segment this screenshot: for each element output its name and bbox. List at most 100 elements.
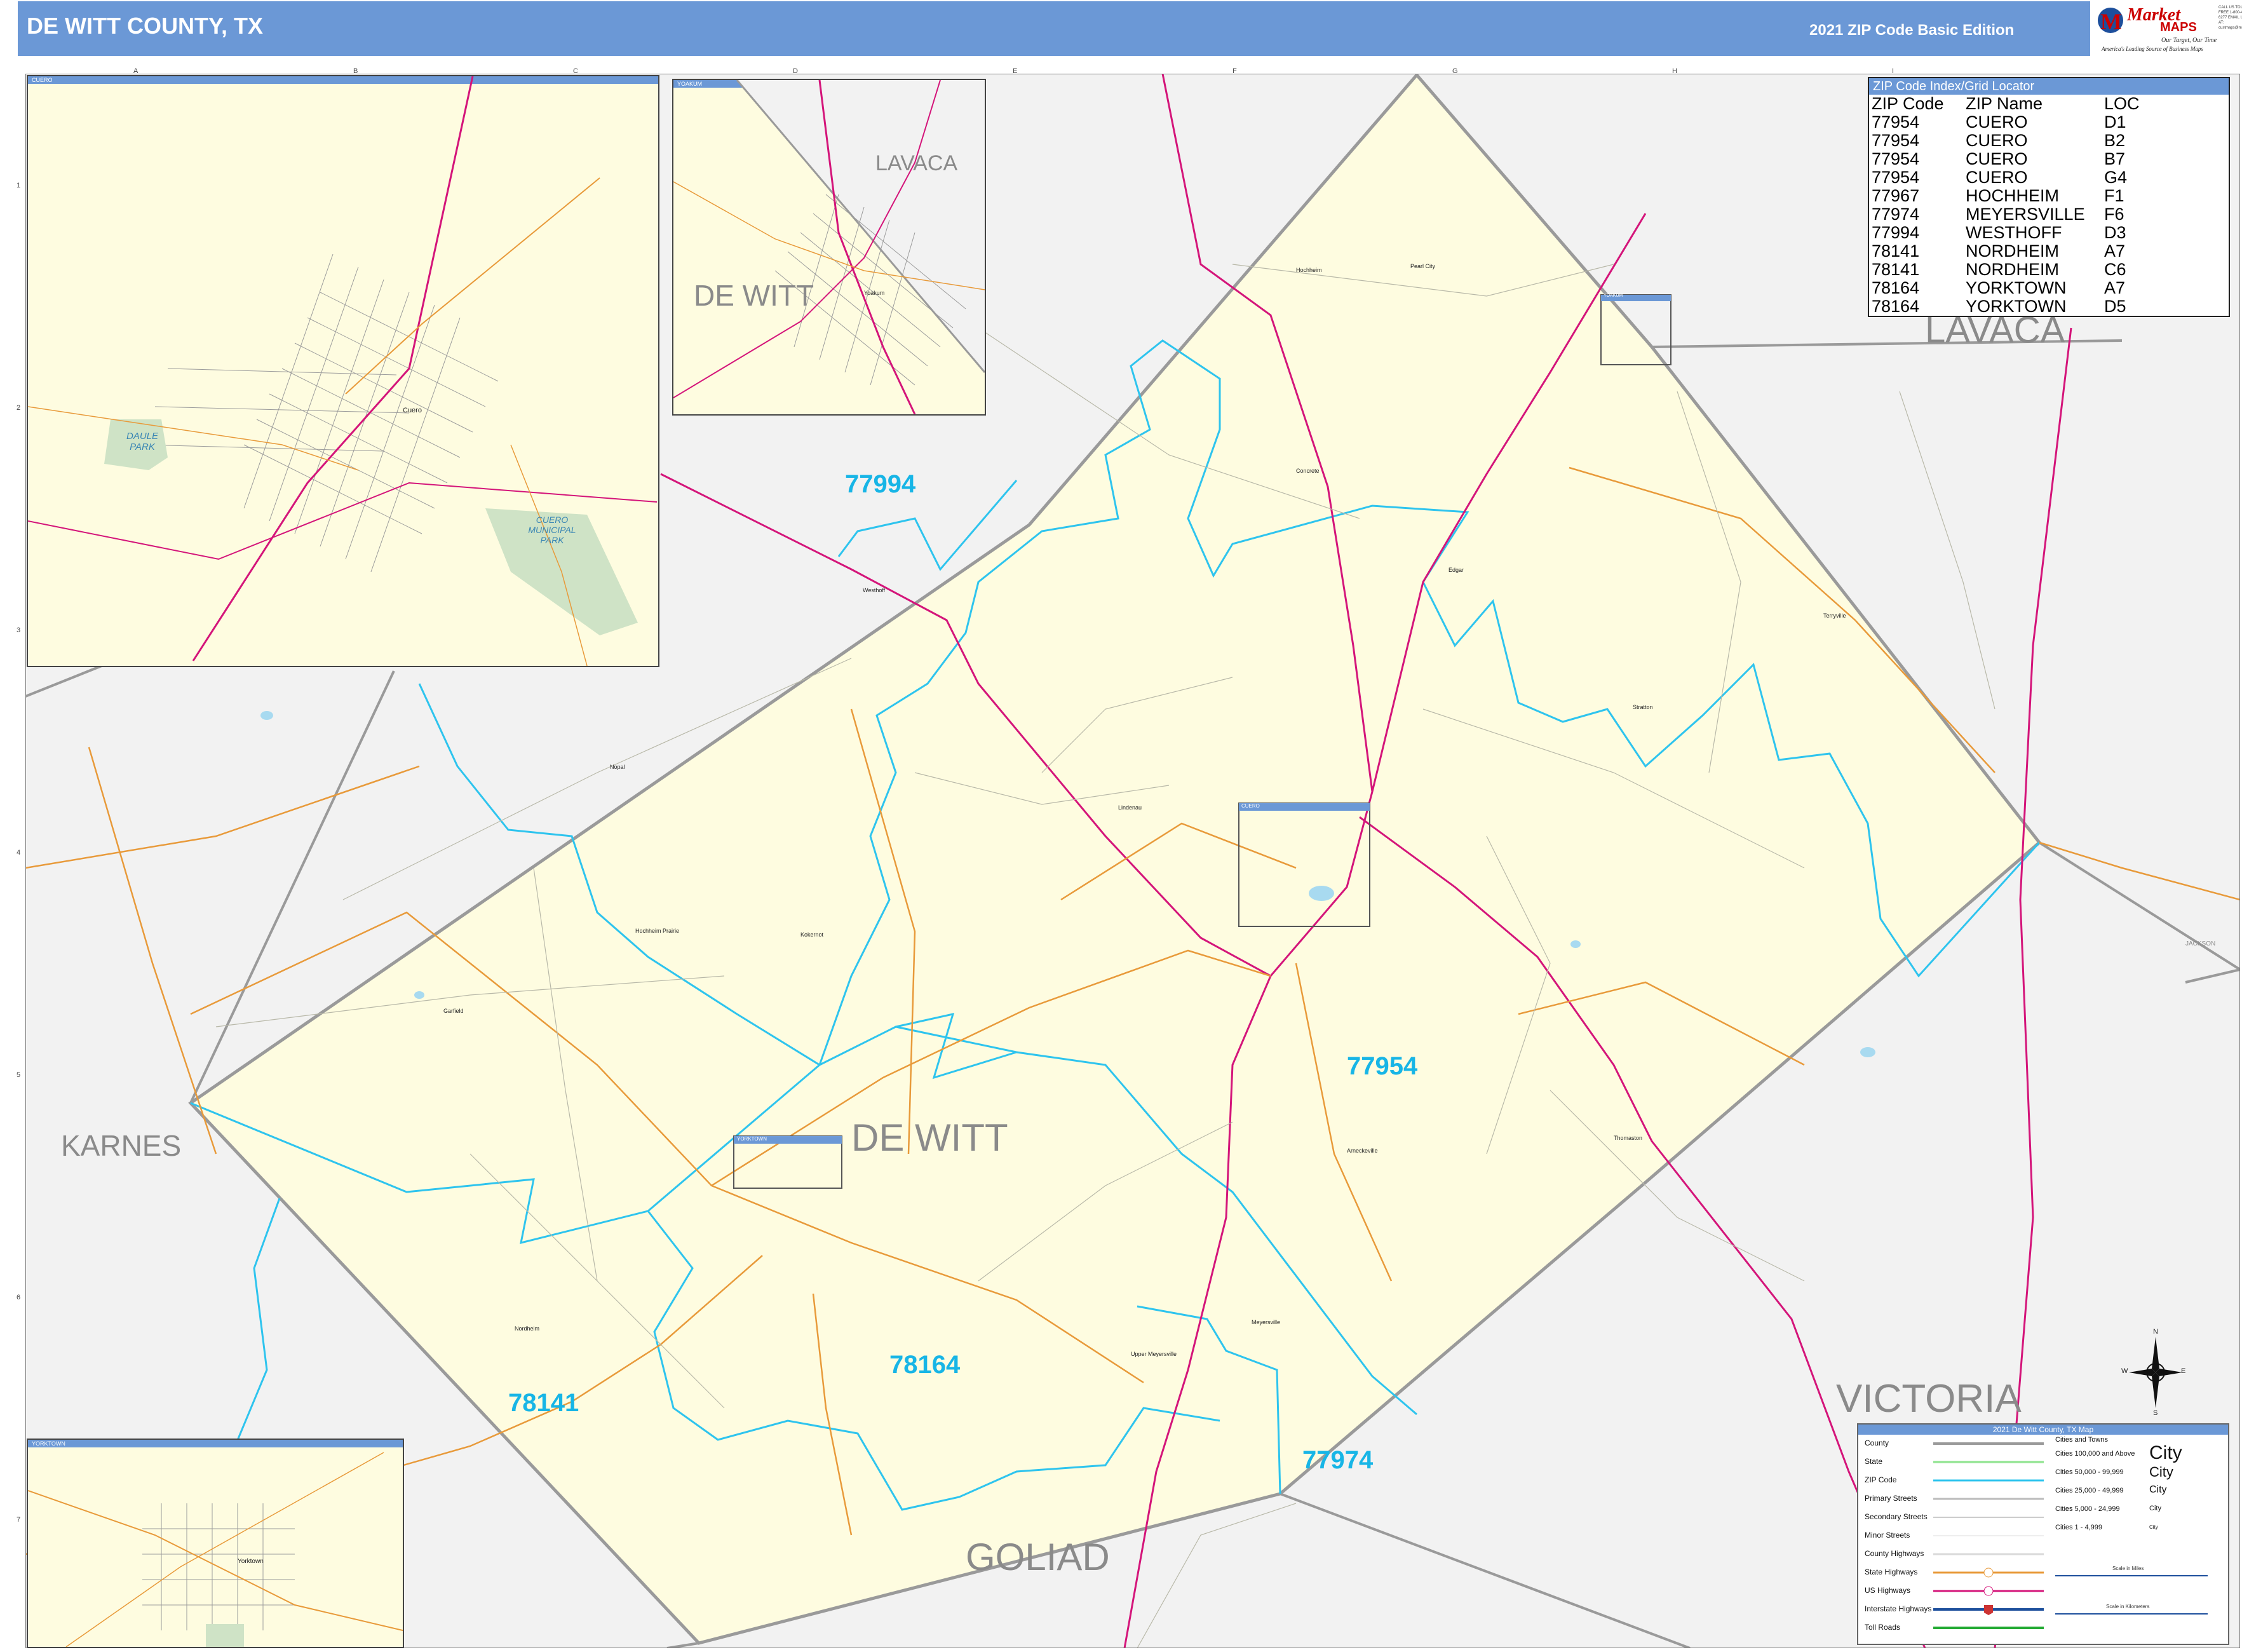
zip-label-78141: 78141 <box>508 1389 579 1417</box>
name-cell: CUERO <box>1966 112 2028 132</box>
zip-code-index: ZIP Code Index/Grid Locator ZIP Code ZIP… <box>1868 77 2230 317</box>
legend-secondary-streets: Secondary Streets <box>1865 1512 1928 1521</box>
yorktown-town-label: Yorktown <box>238 1558 264 1565</box>
town-concrete: Concrete <box>1296 468 1320 474</box>
grid-row-3: 3 <box>17 626 21 634</box>
zip-label-78164: 78164 <box>889 1351 961 1379</box>
town-thomaston: Thomaston <box>1614 1135 1643 1141</box>
zip-cell: 77967 <box>1872 186 1920 205</box>
name-cell: WESTHOFF <box>1966 223 2062 242</box>
grid-col-c: C <box>573 67 578 75</box>
legend-city-range-2: Cities 50,000 - 99,999 <box>2055 1468 2124 1476</box>
svg-text:M: M <box>2100 9 2122 34</box>
map-header: DE WITT COUNTY, TX 2021 ZIP Code Basic E… <box>18 1 2242 56</box>
compass-w: W <box>2121 1367 2128 1375</box>
name-cell: YORKTOWN <box>1966 297 2067 316</box>
loc-cell: F1 <box>2104 186 2124 205</box>
legend-us-highways: US Highways <box>1865 1586 1911 1595</box>
cuero-inset-map <box>28 76 658 666</box>
table-row: 78141 NORDHEIM C6 <box>1869 261 2142 279</box>
town-kokernot: Kokernot <box>800 931 824 938</box>
edition-label: 2021 ZIP Code Basic Edition <box>1809 22 2015 39</box>
grid-col-f: F <box>1232 67 1237 75</box>
zip-cell: 78164 <box>1872 297 1920 316</box>
loc-cell: B2 <box>2104 131 2126 150</box>
legend-city-sample-4: City <box>2149 1505 2161 1512</box>
loc-cell: C6 <box>2104 260 2126 279</box>
grid-row-2: 2 <box>17 404 21 412</box>
town-nordheim: Nordheim <box>515 1325 540 1332</box>
loc-cell: D1 <box>2104 112 2126 132</box>
legend-minor-streets: Minor Streets <box>1865 1531 1910 1540</box>
logo-subtagline: America's Leading Source of Business Map… <box>2102 46 2203 52</box>
grid-col-g: G <box>1452 67 1458 75</box>
grid-col-i: I <box>1892 67 1894 75</box>
loc-cell: G4 <box>2104 168 2128 187</box>
table-row: 77974 MEYERSVILLE F6 <box>1869 205 2142 224</box>
table-row: 78164 YORKTOWN D5 <box>1869 297 2142 316</box>
map-legend: 2021 De Witt County, TX Map County State… <box>1857 1423 2229 1645</box>
loc-cell: B7 <box>2104 149 2126 168</box>
zip-label-77994: 77994 <box>845 470 916 498</box>
grid-row-1: 1 <box>17 182 21 189</box>
name-cell: NORDHEIM <box>1966 241 2059 261</box>
zip-cell: 77954 <box>1872 149 1920 168</box>
yorktown-inset: YORKTOWN Yorktown <box>27 1439 404 1648</box>
name-cell: CUERO <box>1966 168 2028 187</box>
daule-park-label: DAULE PARK <box>126 431 159 452</box>
legend-zip-code: ZIP Code <box>1865 1475 1897 1484</box>
town-edgar: Edgar <box>1449 567 1464 573</box>
zip-index-title: ZIP Code Index/Grid Locator <box>1869 78 2229 95</box>
legend-county: County <box>1865 1439 1889 1447</box>
logo-maps-text: MAPS <box>2160 20 2197 34</box>
county-label-dewitt: DE WITT <box>851 1116 1008 1159</box>
town-lindenau: Lindenau <box>1118 804 1142 811</box>
county-label-karnes: KARNES <box>61 1129 182 1162</box>
town-stratton: Stratton <box>1633 704 1653 710</box>
legend-city-range-4: Cities 5,000 - 24,999 <box>2055 1505 2120 1513</box>
yoakum-inset-dewitt-label: DE WITT <box>694 279 814 312</box>
table-row: 77954 CUERO B7 <box>1869 150 2142 168</box>
name-cell: NORDHEIM <box>1966 260 2059 279</box>
zip-cell: 78141 <box>1872 260 1920 279</box>
yoakum-inset: YOAKUM LAVACA DE WITT Yoakum <box>672 79 986 416</box>
cuero-town-label: Cuero <box>403 407 422 414</box>
loc-cell: A7 <box>2104 278 2126 297</box>
zip-cell: 77954 <box>1872 168 1920 187</box>
locator-yoakum-title: YOAKUM <box>1604 294 1623 298</box>
cuero-municipal-park-label: CUERO MUNICIPAL PARK <box>528 515 576 545</box>
yorktown-inset-map <box>28 1452 403 1647</box>
legend-county-highways: County Highways <box>1865 1549 1924 1558</box>
legend-interstate-highways: Interstate Highways <box>1865 1604 1932 1613</box>
town-arneckeville: Arneckeville <box>1347 1148 1378 1154</box>
map-title: DE WITT COUNTY, TX <box>27 13 263 39</box>
town-westhoff: Westhoff <box>863 587 886 593</box>
town-upper-meyersville: Upper Meyersville <box>1131 1351 1177 1357</box>
table-row: 77954 CUERO B2 <box>1869 132 2142 150</box>
legend-city-range-3: Cities 25,000 - 49,999 <box>2055 1487 2124 1494</box>
zip-cell: 78141 <box>1872 241 1920 261</box>
col-zip-name: ZIP Name <box>1966 94 2043 113</box>
loc-cell: D3 <box>2104 223 2126 242</box>
table-row: 77967 HOCHHEIM F1 <box>1869 187 2142 205</box>
town-meyersville: Meyersville <box>1252 1319 1281 1325</box>
town-terryville: Terryville <box>1823 613 1846 619</box>
legend-city-sample-3: City <box>2149 1484 2167 1495</box>
zip-index-header-row: ZIP Code ZIP Name LOC <box>1869 95 2142 113</box>
grid-row-7: 7 <box>17 1516 21 1524</box>
legend-city-range-5: Cities 1 - 4,999 <box>2055 1524 2102 1531</box>
compass-n: N <box>2153 1328 2158 1336</box>
table-row: 77954 CUERO D1 <box>1869 113 2142 132</box>
locator-cuero-title: CUERO <box>1241 803 1260 809</box>
table-row: 78164 YORKTOWN A7 <box>1869 279 2142 297</box>
locator-yorktown-title: YORKTOWN <box>737 1136 767 1142</box>
legend-city-range-1: Cities 100,000 and Above <box>2055 1450 2135 1458</box>
legend-cities-header: Cities and Towns <box>2055 1436 2108 1444</box>
logo-contact-info: CALL US TOLL FREE 1-800-488-6277 EMAIL U… <box>2217 1 2242 56</box>
zip-cell: 78164 <box>1872 278 1920 297</box>
logo-tagline: Our Target, Our Time <box>2161 37 2217 44</box>
table-row: 78141 NORDHEIM A7 <box>1869 242 2142 261</box>
legend-state-highways: State Highways <box>1865 1567 1918 1576</box>
col-zip-code: ZIP Code <box>1872 94 1944 113</box>
zip-cell: 77974 <box>1872 205 1920 224</box>
